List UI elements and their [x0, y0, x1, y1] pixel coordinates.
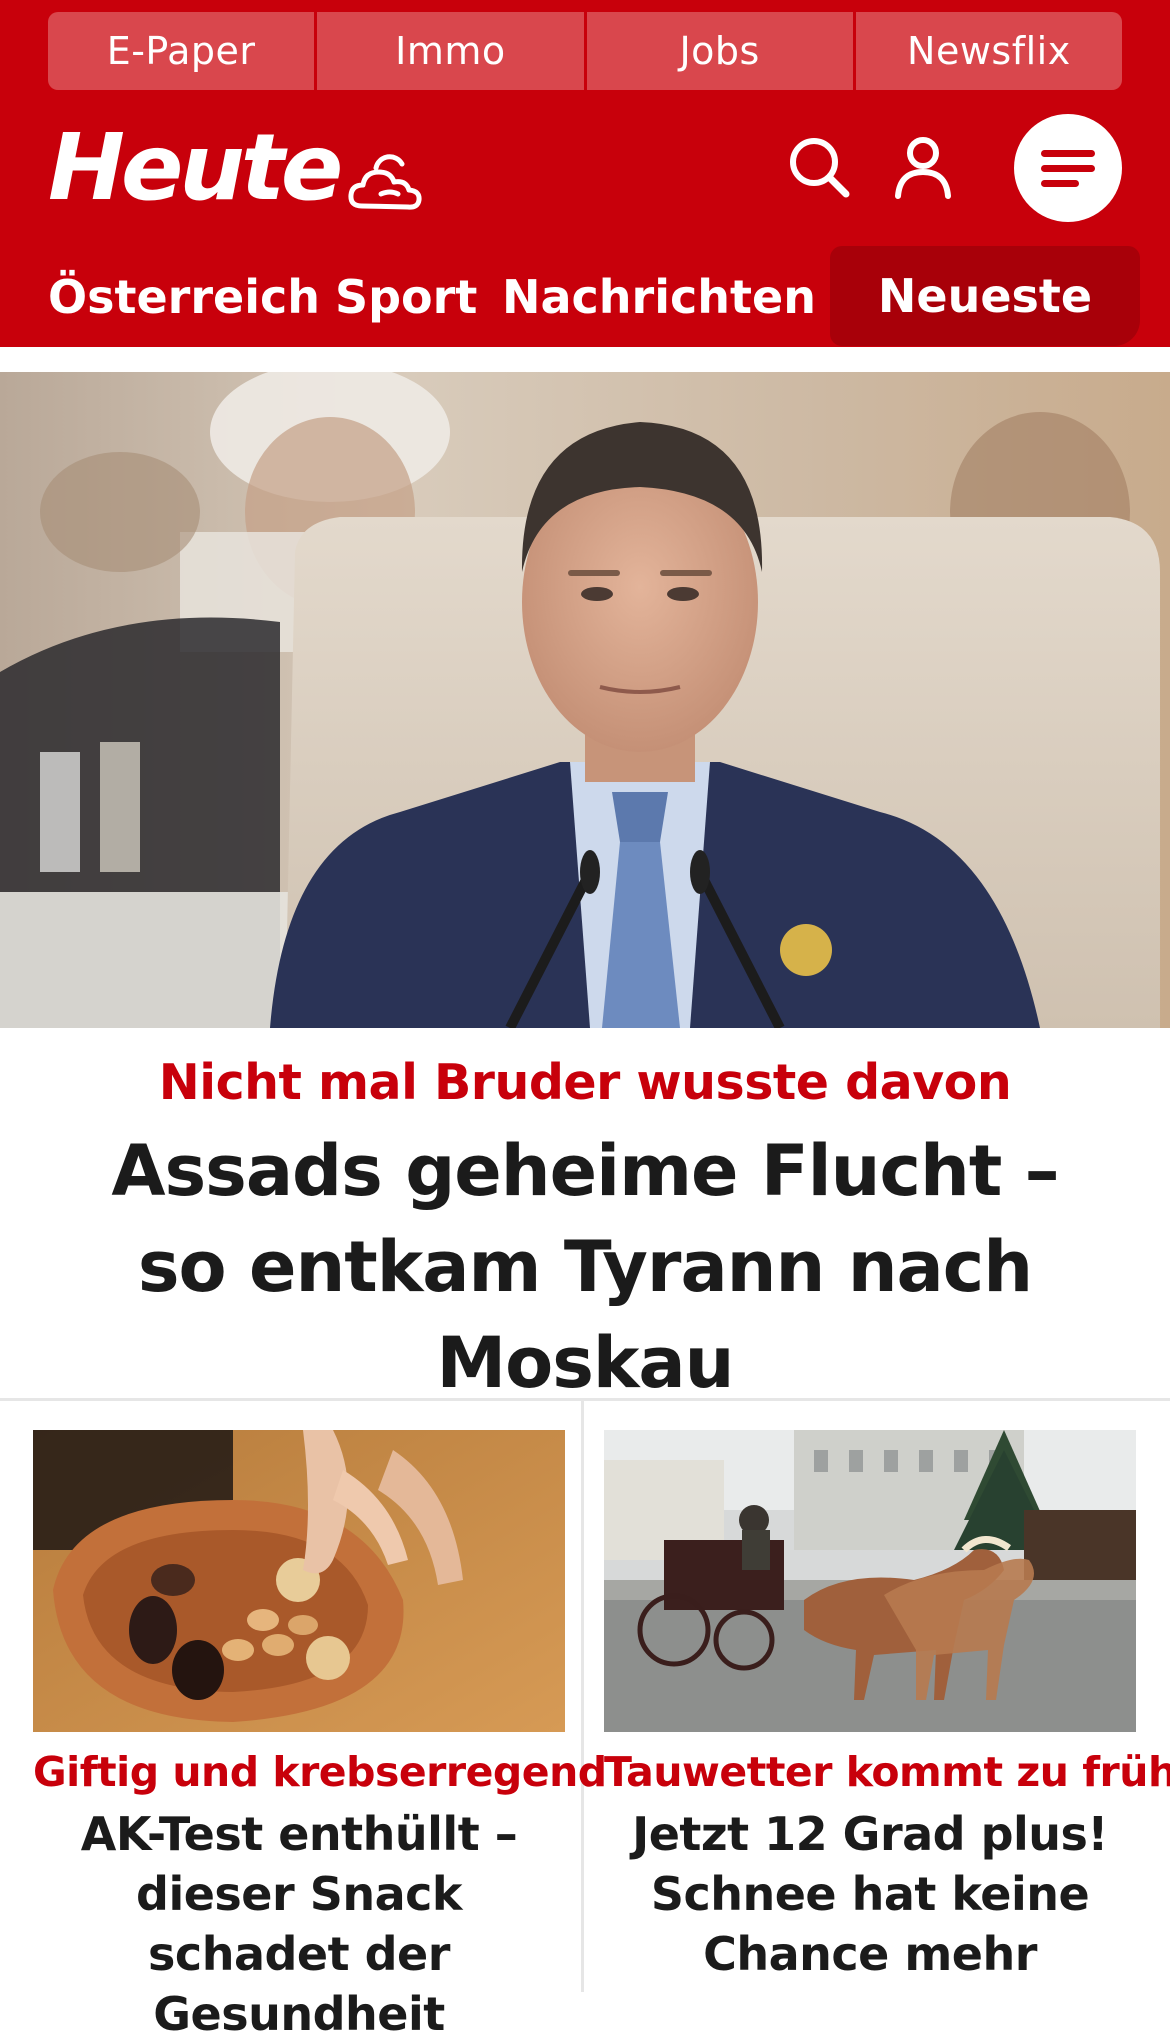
section-nav: Österreich Sport Nachrichten Neueste	[0, 246, 1170, 347]
teaser-image-snack[interactable]	[33, 1430, 565, 1732]
teaser-card-snack[interactable]: Giftig und krebserregend AK-Test enthüll…	[33, 1430, 607, 2044]
teaser-headline-snack[interactable]: AK-Test enthüllt – dieser Snack schadet …	[33, 1804, 565, 2044]
teaser-image-weather[interactable]	[604, 1430, 1136, 1732]
topbar-link-newsflix[interactable]: Newsflix	[855, 12, 1122, 90]
hero-image[interactable]	[0, 372, 1170, 1028]
hero-article-text[interactable]: Nicht mal Bruder wusste davon Assads geh…	[0, 1028, 1170, 1411]
logo-row: Heute	[0, 100, 1170, 240]
topbar-link-jobs[interactable]: Jobs	[586, 12, 856, 90]
nav-item-neueste[interactable]: Neueste	[830, 246, 1140, 346]
search-icon[interactable]	[786, 134, 852, 200]
topbar-link-epaper[interactable]: E-Paper	[48, 12, 318, 90]
teaser-kicker-snack: Giftig und krebserregend	[33, 1748, 607, 1796]
menu-button[interactable]	[1014, 114, 1122, 222]
nuts-bowl-photo	[33, 1430, 565, 1732]
nav-item-sport[interactable]: Sport	[335, 246, 477, 347]
horse-carriage-photo	[604, 1430, 1136, 1732]
nav-item-oesterreich[interactable]: Österreich	[48, 246, 320, 347]
topbar-link-immo[interactable]: Immo	[317, 12, 587, 90]
hero-photo	[0, 372, 1170, 1028]
user-icon[interactable]	[892, 134, 954, 200]
site-logo[interactable]: Heute	[48, 122, 343, 214]
teaser-kicker-weather: Tauwetter kommt zu früh	[604, 1748, 1170, 1796]
hero-headline[interactable]: Assads geheime Flucht – so entkam Tyrann…	[80, 1123, 1090, 1411]
teaser-card-weather[interactable]: Tauwetter kommt zu früh Jetzt 12 Grad pl…	[604, 1430, 1170, 1984]
weather-cloud-sun-icon[interactable]	[346, 150, 424, 214]
section-divider	[0, 1398, 1170, 1401]
hamburger-menu-icon	[1041, 146, 1095, 191]
service-bar: E-Paper Immo Jobs Newsflix	[48, 12, 1122, 90]
teaser-headline-weather[interactable]: Jetzt 12 Grad plus! Schnee hat keine Cha…	[604, 1804, 1136, 1984]
hero-kicker: Nicht mal Bruder wusste davon	[158, 1054, 1012, 1111]
nav-item-nachrichten[interactable]: Nachrichten	[502, 246, 816, 347]
site-header: E-Paper Immo Jobs Newsflix Heute Österre…	[0, 0, 1170, 347]
column-divider	[581, 1400, 584, 1992]
